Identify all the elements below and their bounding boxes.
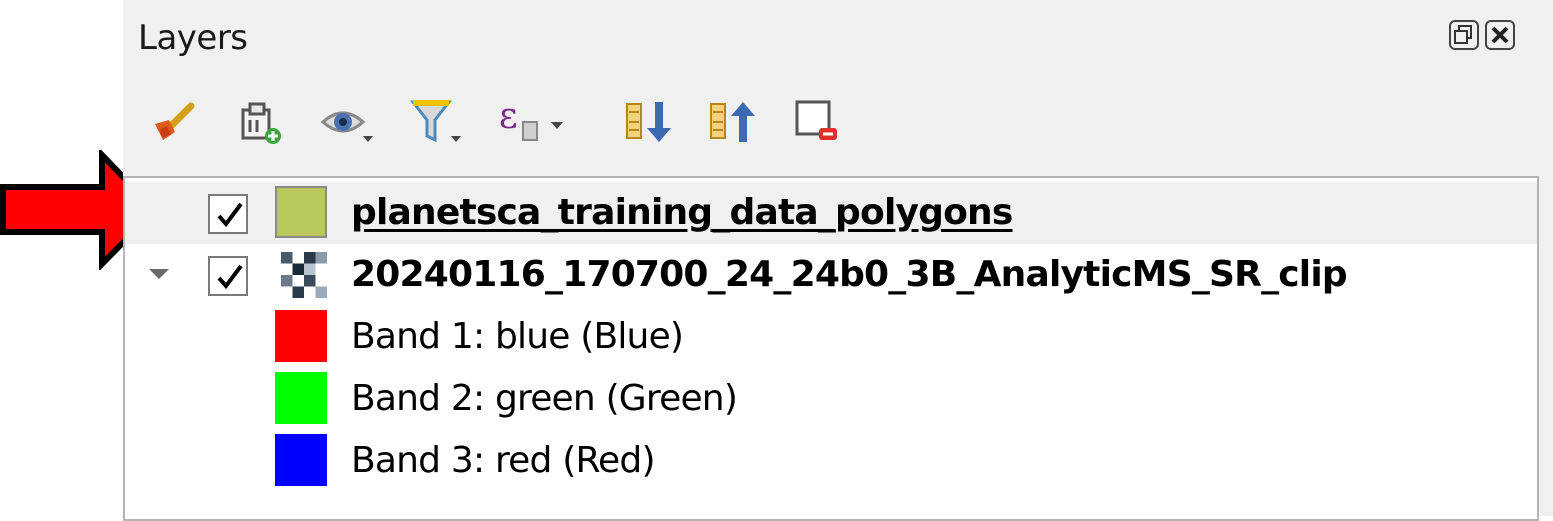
layer-visibility-checkbox[interactable] (208, 194, 248, 234)
filter-legend-button[interactable] (407, 96, 461, 148)
polygon-symbol-swatch (275, 186, 327, 238)
filter-dropdown-icon (409, 100, 461, 143)
layers-panel: Layers ε planetsca_training_data_polygon… (123, 0, 1553, 521)
add-group-icon (241, 102, 281, 144)
checkmark-icon (217, 264, 243, 290)
band-label: Band 3: red (Red) (351, 440, 655, 481)
collapse-all-icon (710, 102, 755, 142)
legend-item-band-2: Band 2: green (Green) (125, 368, 1537, 430)
legend-item-band-3: Band 3: red (Red) (125, 430, 1537, 492)
eye-dropdown-icon (320, 111, 373, 142)
svg-text:ε: ε (499, 96, 518, 137)
manage-map-themes-button[interactable] (319, 96, 373, 148)
layer-row-planetsca-training-data-polygons[interactable]: planetsca_training_data_polygons (125, 182, 1537, 244)
layer-name: 20240116_170700_24_24b0_3B_AnalyticMS_SR… (351, 254, 1348, 295)
open-layer-styling-button[interactable] (147, 96, 199, 148)
band-color-swatch (275, 310, 327, 362)
raster-layer-icon (281, 252, 327, 298)
legend-item-band-1: Band 1: blue (Blue) (125, 306, 1537, 368)
collapse-arrow-icon[interactable] (147, 266, 171, 282)
float-panel-button[interactable] (1449, 20, 1479, 50)
epsilon-icon: ε (499, 96, 563, 141)
band-label: Band 1: blue (Blue) (351, 316, 684, 357)
add-group-button[interactable] (235, 96, 287, 148)
band-color-swatch (275, 434, 327, 486)
close-panel-button[interactable] (1485, 20, 1515, 50)
band-color-swatch (275, 372, 327, 424)
restore-icon (1454, 25, 1472, 44)
layer-name: planetsca_training_data_polygons (351, 192, 1013, 233)
checkmark-icon (217, 202, 243, 228)
remove-layer-button[interactable] (791, 96, 843, 148)
panel-title: Layers (138, 18, 248, 58)
expand-all-button[interactable] (623, 96, 675, 148)
remove-layer-icon (795, 100, 837, 140)
expand-all-icon (626, 102, 671, 142)
collapse-all-button[interactable] (707, 96, 759, 148)
layer-visibility-checkbox[interactable] (208, 256, 248, 296)
close-icon (1491, 26, 1509, 44)
layer-tree: planetsca_training_data_polygons 2024011… (123, 176, 1539, 521)
layer-row-raster-analyticms[interactable]: 20240116_170700_24_24b0_3B_AnalyticMS_SR… (125, 244, 1537, 306)
filter-by-expression-button[interactable]: ε (495, 96, 575, 148)
band-label: Band 2: green (Green) (351, 378, 738, 419)
paintbrush-icon (155, 102, 195, 140)
